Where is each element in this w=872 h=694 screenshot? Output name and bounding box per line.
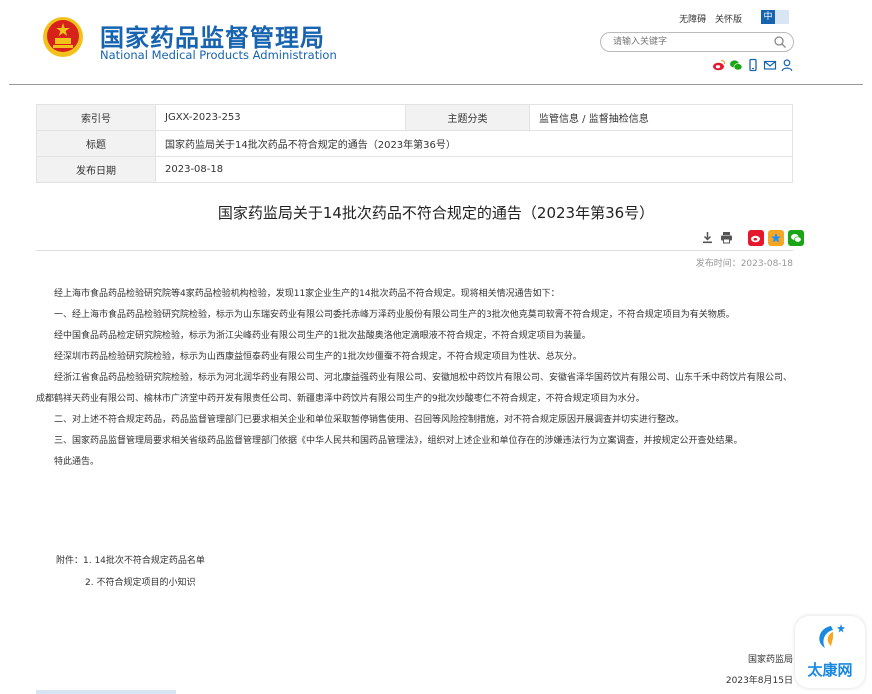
info-row: 发布日期 2023-08-18 (36, 156, 793, 183)
signature-date: 2023年8月15日 (725, 676, 793, 686)
wechat-icon[interactable] (729, 58, 743, 72)
paragraph: 一、经上海市食品药品检验研究院检验，标示为山东瑞安药业有限公司委托赤峰万泽药业股… (54, 310, 735, 320)
index-label: 索引号 (36, 104, 156, 131)
info-row: 索引号 JGXX-2023-253 主题分类 监管信息 / 监督抽检信息 (36, 104, 793, 131)
title-value: 国家药监局关于14批次药品不符合规定的通告（2023年第36号） (155, 130, 793, 157)
site-subtitle: National Medical Products Administration (100, 48, 337, 62)
badge-text: 太康网 (807, 661, 853, 679)
attachment-link[interactable]: 附件：1. 14批次不符合规定药品名单 (56, 550, 205, 572)
category-value: 监管信息 / 监督抽检信息 (529, 104, 793, 131)
paragraph: 特此通告。 (54, 457, 100, 467)
badge-logo-icon (819, 624, 845, 648)
user-icon[interactable] (780, 58, 794, 72)
paragraph: 二、对上述不符合规定药品，药品监督管理部门已要求相关企业和单位采取暂停销售使用、… (54, 415, 685, 425)
print-icon[interactable] (719, 230, 734, 245)
article-title: 国家药监局关于14批次药品不符合规定的通告（2023年第36号） (217, 204, 655, 222)
header-divider (9, 84, 863, 85)
category-label: 主题分类 (405, 104, 530, 131)
top-links: 无障碍 关怀版 (673, 12, 742, 25)
index-value: JGXX-2023-253 (155, 104, 406, 131)
mail-icon[interactable] (763, 58, 777, 72)
share-weibo-icon[interactable] (748, 229, 764, 246)
search-box (600, 32, 794, 52)
footer-strip (36, 690, 176, 694)
social-links (712, 58, 794, 72)
signature: 国家药监局 (747, 655, 793, 665)
share-qzone-icon[interactable] (768, 229, 784, 246)
elderly-mode-link[interactable]: 关怀版 (715, 15, 742, 25)
lang-zh-button[interactable]: 中 (761, 10, 775, 24)
paragraph: 经中国食品药品检定研究院检验，标示为浙江尖峰药业有限公司生产的1批次盐酸奥洛他定… (54, 331, 591, 341)
paragraph: 三、国家药品监督管理局要求相关省级药品监督管理部门依据《中华人民共和国药品管理法… (54, 436, 743, 446)
publish-time: 发布时间：2023-08-18 (695, 259, 793, 269)
download-icon[interactable] (700, 230, 715, 245)
accessibility-link[interactable]: 无障碍 (679, 15, 706, 25)
date-value: 2023-08-18 (155, 156, 793, 183)
lang-en-button[interactable] (775, 10, 789, 24)
floating-badge[interactable]: 太康网 (795, 616, 865, 688)
attachment-link[interactable]: 2. 不符合规定项目的小知识 (56, 572, 205, 594)
national-emblem-icon (43, 17, 83, 57)
paragraph: 经上海市食品药品检验研究院等4家药品检验机构检验，发现11家企业生产的14批次药… (54, 289, 560, 299)
mobile-icon[interactable] (746, 58, 760, 72)
article-tools (700, 229, 804, 246)
article-body: 经上海市食品药品检验研究院等4家药品检验机构检验，发现11家企业生产的14批次药… (36, 284, 793, 473)
attachments: 附件：1. 14批次不符合规定药品名单 2. 不符合规定项目的小知识 (56, 550, 205, 594)
weibo-icon[interactable] (712, 58, 726, 72)
info-table: 索引号 JGXX-2023-253 主题分类 监管信息 / 监督抽检信息 标题 … (36, 104, 793, 183)
search-icon[interactable] (773, 35, 787, 49)
info-row: 标题 国家药监局关于14批次药品不符合规定的通告（2023年第36号） (36, 130, 793, 157)
paragraph: 经深圳市药品检验研究院检验，标示为山西康益恒泰药业有限公司生产的1批次炒僵蚕不符… (54, 352, 582, 362)
site-header: 国家药品监督管理局 National Medical Products Admi… (0, 0, 872, 84)
title-rule (36, 250, 793, 251)
share-wechat-icon[interactable] (788, 229, 804, 246)
language-switch: 中 (761, 10, 789, 24)
search-input[interactable] (613, 35, 763, 49)
paragraph: 经浙江省食品药品检验研究院检验，标示为河北润华药业有限公司、河北康益强药业有限公… (36, 373, 793, 404)
title-label: 标题 (36, 130, 156, 157)
date-label: 发布日期 (36, 156, 156, 183)
